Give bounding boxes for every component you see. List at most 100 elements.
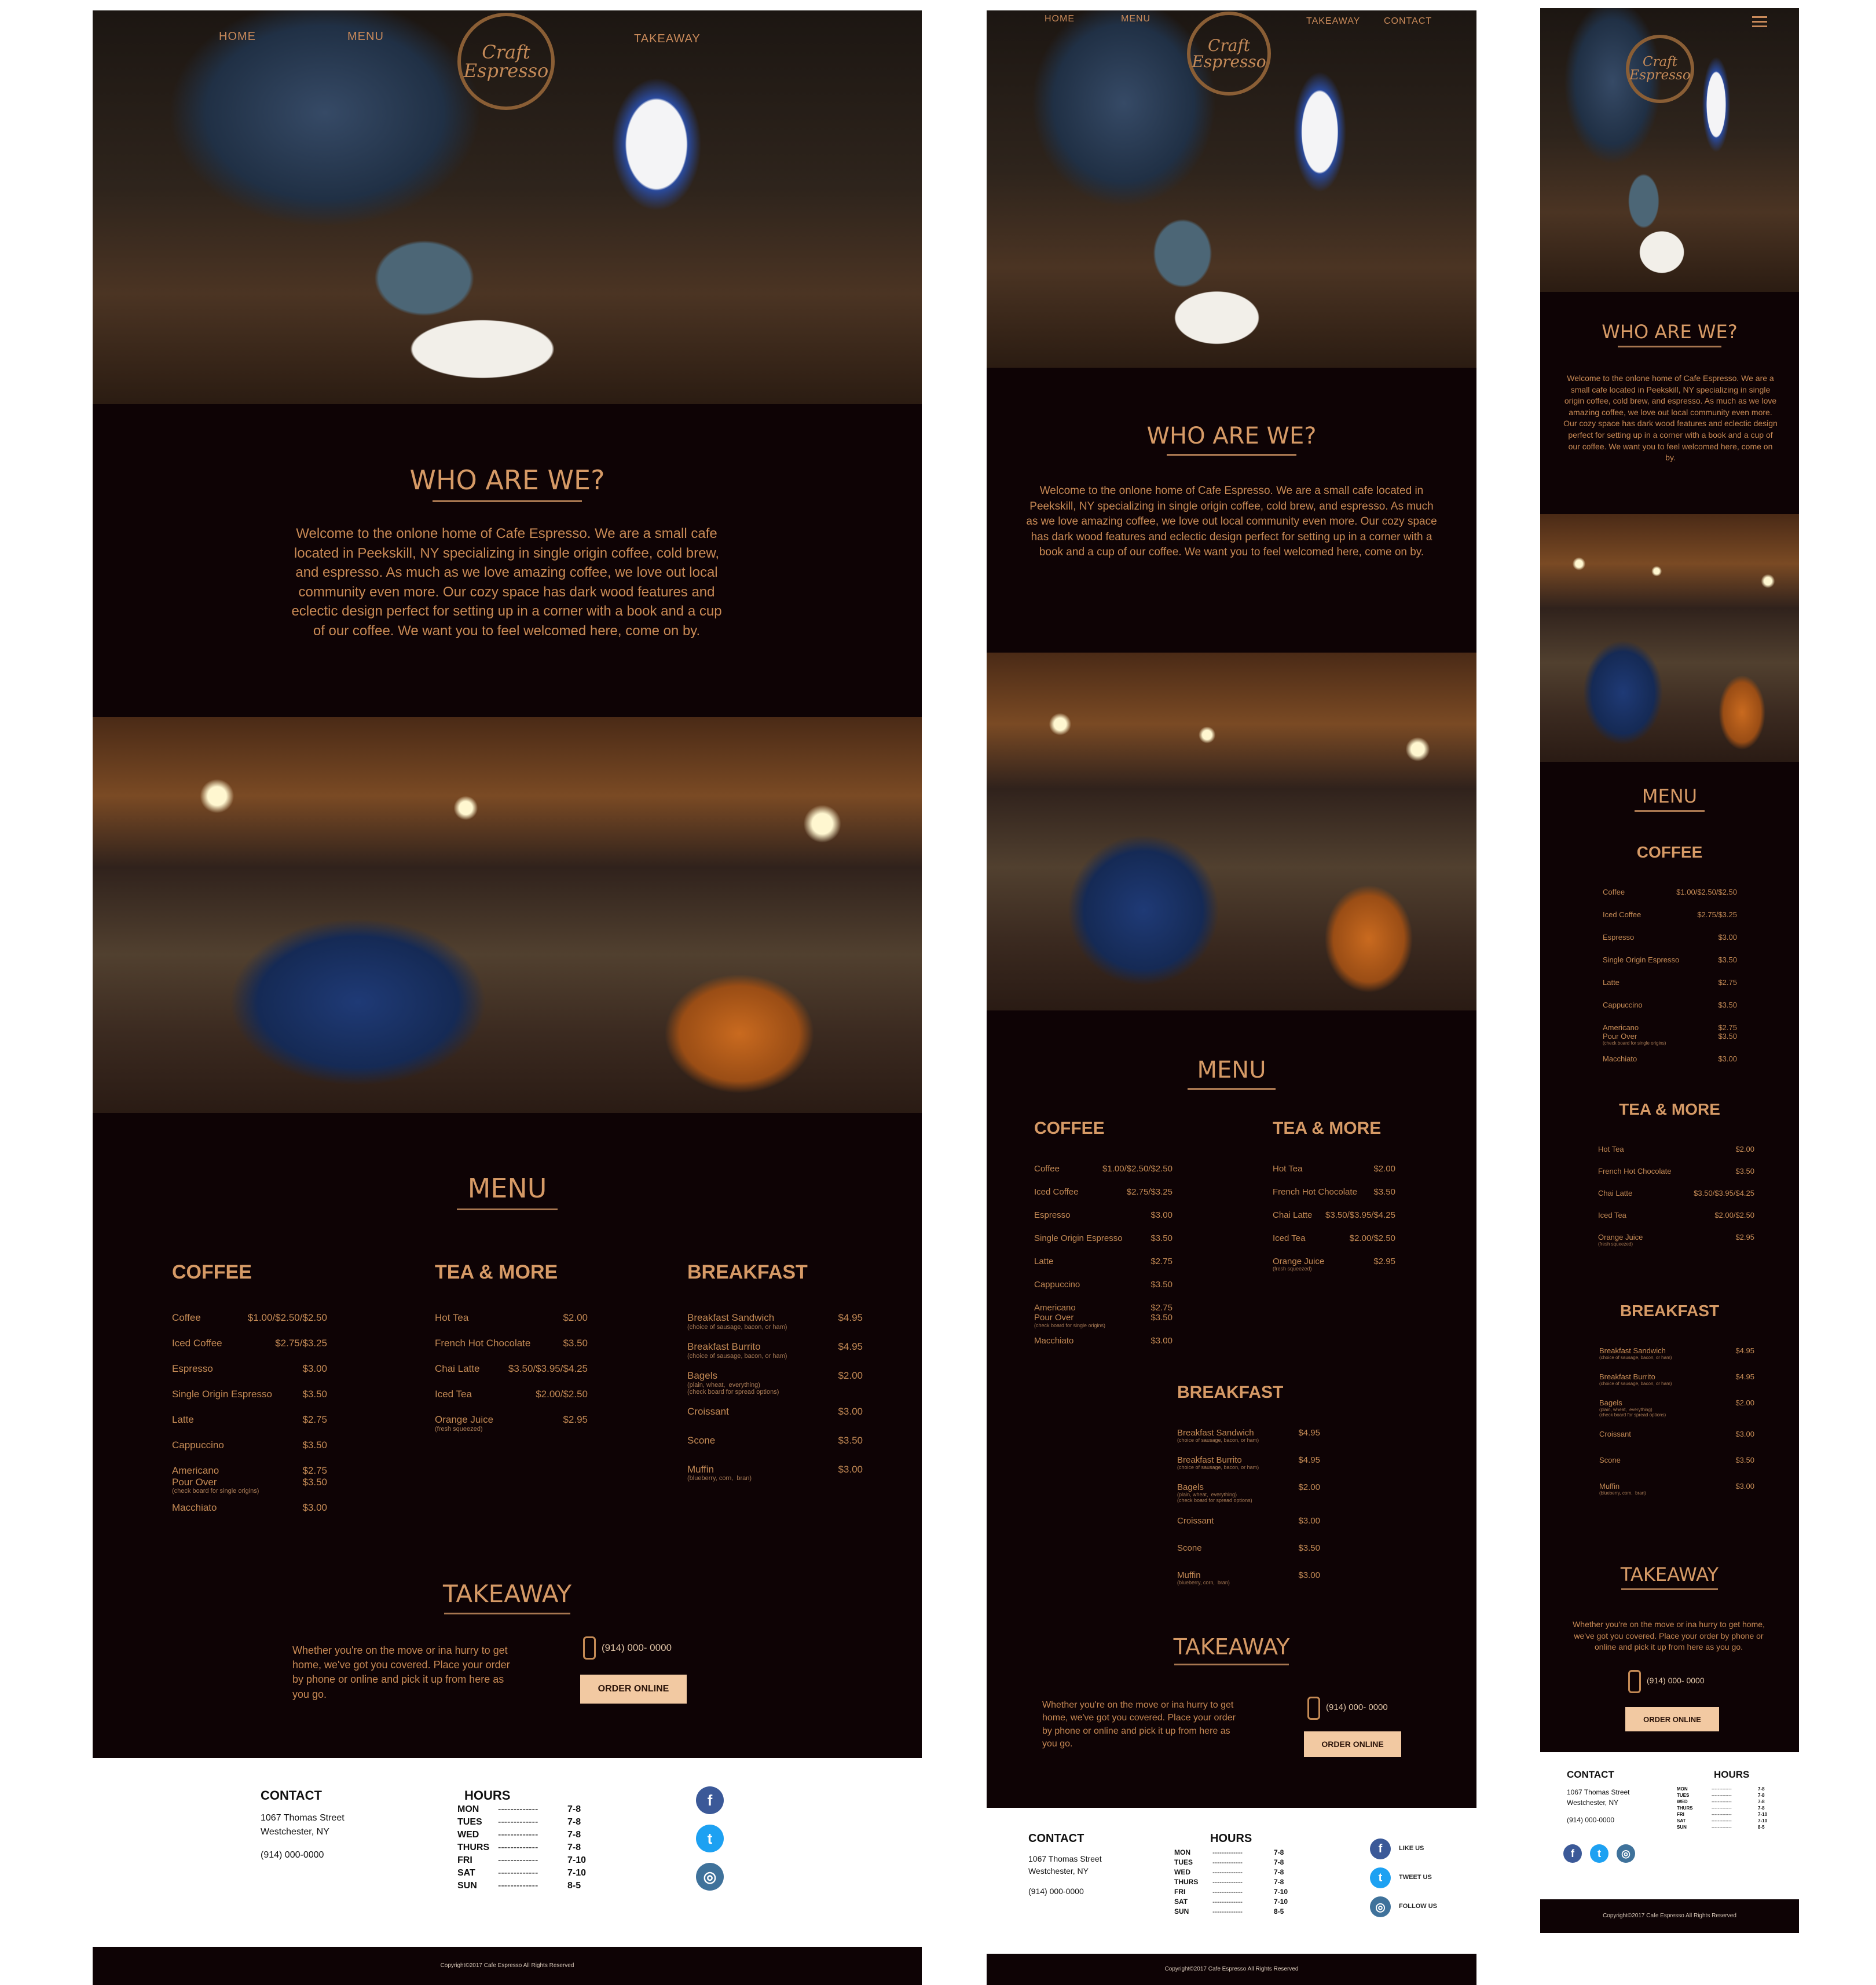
menu-item-name: Orange Juice bbox=[1273, 1257, 1325, 1266]
menu-item-name: Croissant bbox=[1177, 1515, 1214, 1526]
logo-line2: Espresso bbox=[1629, 68, 1691, 83]
nav-menu[interactable]: MENU bbox=[347, 30, 384, 43]
hours-day: MON bbox=[1174, 1848, 1190, 1856]
menu-item-note: (fresh squeezed) bbox=[1273, 1266, 1312, 1272]
facebook-icon[interactable]: f bbox=[1370, 1838, 1391, 1859]
facebook-icon[interactable]: f bbox=[696, 1786, 724, 1814]
hours-title: HOURS bbox=[1714, 1769, 1750, 1780]
menu-item-name: Iced Coffee bbox=[1034, 1187, 1079, 1197]
hours-time: 7-8 bbox=[1758, 1786, 1765, 1792]
takeaway-phone[interactable]: (914) 000- 0000 bbox=[1326, 1702, 1388, 1712]
hours-day: FRI bbox=[457, 1855, 472, 1865]
hours-day: MON bbox=[457, 1804, 479, 1814]
order-online-button[interactable]: ORDER ONLINE bbox=[1625, 1707, 1719, 1731]
nav-takeaway[interactable]: TAKEAWAY bbox=[634, 32, 701, 46]
instagram-icon[interactable]: ◎ bbox=[696, 1863, 724, 1891]
menu-item-price: $4.95 bbox=[838, 1341, 863, 1352]
menu-item-name: Hot Tea bbox=[1273, 1164, 1303, 1174]
menu-item-name: Breakfast Burrito bbox=[1599, 1372, 1655, 1381]
menu-item-note: (choice of sausage, bacon, or ham) bbox=[1177, 1464, 1259, 1471]
hamburger-bar bbox=[1752, 16, 1767, 18]
menu-item-price: $2.00 bbox=[1373, 1164, 1395, 1174]
contact-phone[interactable]: (914) 000-0000 bbox=[1567, 1815, 1614, 1825]
twitter-icon[interactable]: t bbox=[1590, 1844, 1608, 1863]
menu-item-note: (choice of sausage, bacon, or ham) bbox=[1599, 1380, 1672, 1386]
hours-dots: ------------- bbox=[1712, 1786, 1732, 1792]
takeaway-phone[interactable]: (914) 000- 0000 bbox=[602, 1642, 672, 1654]
twitter-icon[interactable]: t bbox=[1370, 1867, 1391, 1888]
menu-item-name: Single Origin Espresso bbox=[1603, 955, 1680, 964]
hours-time: 7-8 bbox=[1758, 1799, 1765, 1804]
hours-day: SAT bbox=[1174, 1898, 1188, 1906]
hours-dots: ------------- bbox=[498, 1830, 538, 1840]
logo-line2: Espresso bbox=[463, 60, 549, 82]
menu-item-name: Chai Latte bbox=[1598, 1189, 1633, 1197]
menu-item-name: Breakfast Sandwich bbox=[687, 1312, 775, 1323]
menu-item-price: $3.50 bbox=[1718, 1001, 1737, 1009]
menu-underline bbox=[1188, 1088, 1276, 1090]
menu-item-price: $3.00 bbox=[838, 1463, 863, 1475]
menu-item-name: Espresso bbox=[1034, 1210, 1071, 1220]
nav-menu[interactable]: MENU bbox=[1121, 14, 1150, 24]
hours-day: TUES bbox=[457, 1817, 482, 1827]
menu-item-price: $2.00/$2.50 bbox=[536, 1389, 588, 1400]
nav-home[interactable]: HOME bbox=[219, 30, 256, 43]
nav-home[interactable]: HOME bbox=[1045, 14, 1075, 24]
menu-item-price: $4.95 bbox=[1735, 1372, 1754, 1381]
menu-item-price: $3.50 bbox=[1735, 1456, 1754, 1465]
craft-espresso-logo[interactable]: Craft Espresso bbox=[1187, 12, 1271, 96]
menu-item-name: Chai Latte bbox=[435, 1363, 480, 1374]
menu-item-price: $3.50 bbox=[563, 1338, 588, 1349]
contact-title: CONTACT bbox=[1567, 1769, 1614, 1780]
takeaway-underline bbox=[444, 1612, 571, 1614]
order-online-button[interactable]: ORDER ONLINE bbox=[1304, 1731, 1401, 1757]
menu-item-note: (choice of sausage, bacon, or ham) bbox=[1599, 1354, 1672, 1360]
instagram-icon[interactable]: ◎ bbox=[1617, 1844, 1635, 1863]
contact-address-line2: Westchester, NY bbox=[1567, 1798, 1619, 1807]
hours-dots: ------------- bbox=[1712, 1793, 1732, 1798]
menu-item-name: Croissant bbox=[1599, 1430, 1631, 1439]
order-online-button[interactable]: ORDER ONLINE bbox=[580, 1675, 687, 1704]
menu-item-name: Coffee bbox=[1034, 1164, 1060, 1174]
about-title: WHO ARE WE? bbox=[409, 464, 605, 496]
logo-line2: Espresso bbox=[1192, 52, 1266, 71]
menu-item-note: (check board for single origins) bbox=[1603, 1040, 1666, 1046]
craft-espresso-logo[interactable]: Craft Espresso bbox=[1626, 35, 1694, 103]
twitter-icon[interactable]: t bbox=[696, 1825, 724, 1852]
social-label-tweet[interactable]: TWEET US bbox=[1399, 1874, 1432, 1881]
instagram-icon[interactable]: ◎ bbox=[1370, 1896, 1391, 1917]
menu-item-note: (fresh squeezed) bbox=[435, 1425, 483, 1433]
hours-dots: ------------- bbox=[498, 1868, 538, 1878]
menu-item-price: $2.95 bbox=[563, 1414, 588, 1425]
menu-title: MENU bbox=[467, 1173, 547, 1204]
hours-day: SUN bbox=[1174, 1907, 1189, 1916]
hours-dots: ------------- bbox=[1212, 1878, 1243, 1886]
menu-item-name: Iced Tea bbox=[1273, 1233, 1306, 1243]
menu-item-note: (check board for single origins) bbox=[172, 1488, 259, 1495]
menu-item-note: (choice of sausage, bacon, or ham) bbox=[687, 1352, 787, 1360]
menu-item-price: $2.75/$3.25 bbox=[1697, 910, 1737, 919]
contact-phone[interactable]: (914) 000-0000 bbox=[1028, 1885, 1084, 1898]
hours-time: 7-10 bbox=[567, 1855, 587, 1865]
menu-item-price: $2.75/$3.25 bbox=[1126, 1187, 1172, 1197]
menu-item-price: $2.00 bbox=[1735, 1398, 1754, 1407]
hours-day: SUN bbox=[457, 1881, 477, 1891]
hours-dots: ------------- bbox=[1712, 1825, 1732, 1830]
takeaway-phone[interactable]: (914) 000- 0000 bbox=[1647, 1676, 1705, 1685]
hamburger-menu-icon[interactable] bbox=[1752, 16, 1767, 28]
menu-item-price: $3.00 bbox=[1735, 1482, 1754, 1491]
craft-espresso-logo[interactable]: Craft Espresso bbox=[457, 13, 555, 110]
hours-dots: ------------- bbox=[1712, 1805, 1732, 1811]
menu-item-note: (plain, wheat, everything) (check board … bbox=[687, 1381, 779, 1396]
nav-takeaway[interactable]: TAKEAWAY bbox=[1306, 16, 1360, 27]
contact-phone[interactable]: (914) 000-0000 bbox=[261, 1848, 324, 1862]
nav-contact[interactable]: CONTACT bbox=[1384, 16, 1432, 27]
menu-item-name: Orange Juice bbox=[1598, 1233, 1643, 1241]
social-label-follow[interactable]: FOLLOW US bbox=[1399, 1903, 1437, 1910]
social-label-like[interactable]: LIKE US bbox=[1399, 1845, 1424, 1852]
tablet-interior-image bbox=[987, 653, 1476, 1010]
facebook-icon[interactable]: f bbox=[1563, 1844, 1582, 1863]
hours-time: 7-10 bbox=[1758, 1812, 1768, 1817]
hours-day: SAT bbox=[457, 1868, 475, 1878]
menu-item-price: $4.95 bbox=[1298, 1455, 1320, 1465]
